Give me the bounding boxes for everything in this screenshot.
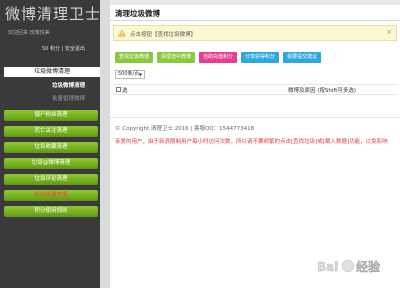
- divider: [113, 94, 397, 95]
- chevron-down-icon: ▼: [138, 72, 142, 77]
- svg-text:Bai: Bai: [317, 260, 338, 274]
- app-logo: 微博清理卫士: [5, 5, 102, 23]
- select-all-checkbox[interactable]: [116, 87, 121, 92]
- notice-text: 点击按钮【查找垃圾微博】: [130, 32, 197, 38]
- sidebar-item-junk-favorites[interactable]: 垃圾收藏清理: [4, 142, 98, 153]
- sidebar-subitem-junk-weibo-clean[interactable]: 垃圾微博清理: [52, 81, 85, 89]
- share-points-button[interactable]: 分享获得积分: [241, 52, 280, 63]
- sidebar-item-zombie-fans[interactable]: 僵尸粉丝清理: [4, 110, 98, 121]
- sidebar-menu: 僵尸粉丝清理 死亡关注清理 垃圾收藏清理 垃圾@微博清理 垃圾评论清理 积分免费…: [4, 110, 98, 222]
- baidu-watermark: Bai 经验: [315, 256, 400, 286]
- welcome-text: 欢迎回来 玫瑰悦美: [8, 30, 50, 36]
- svg-text:经验: 经验: [356, 259, 381, 274]
- rate-limit-tip: 亲爱的用户，由于新浪限制用户每小时访问次数，所以请不要频繁的点击[查找垃圾]或[…: [115, 139, 388, 145]
- clean-selected-button[interactable]: 清理选中微博: [157, 52, 196, 63]
- recharge-points-button[interactable]: 自助充值积分: [199, 52, 238, 63]
- page-size-select[interactable]: 500条/页 ▼: [115, 70, 145, 79]
- find-junk-button[interactable]: 查找垃圾微博: [115, 52, 154, 63]
- sidebar-item-free-recharge[interactable]: 积分免费充值: [4, 190, 98, 201]
- suggestion-button[interactable]: 我要提交建议: [283, 52, 322, 63]
- points-logout-link[interactable]: 50 积分 | 安全退出: [42, 45, 85, 52]
- divider: [110, 117, 400, 118]
- sidebar-subitem-batch-manage[interactable]: 批量管理微博: [52, 94, 85, 102]
- warning-icon: [118, 29, 126, 37]
- column-header-select: 选: [122, 88, 128, 94]
- sidebar-item-dead-follows[interactable]: 死亡关注清理: [4, 126, 98, 137]
- page-size-value: 500条/页: [118, 71, 140, 77]
- toolbar: 查找垃圾微博 清理选中微博 自助充值积分 分享获得积分 我要提交建议: [115, 52, 322, 63]
- top-bar: [110, 0, 400, 5]
- sidebar-item-junk-weibo[interactable]: 垃圾微博清理: [4, 67, 100, 77]
- sidebar-item-junk-comments[interactable]: 垃圾评论清理: [4, 174, 98, 185]
- close-icon[interactable]: ×: [386, 28, 392, 36]
- page-title: 清理垃圾微博: [115, 9, 160, 18]
- main-panel: 清理垃圾微博 点击按钮【查找垃圾微博】 × 查找垃圾微博 清理选中微博 自助充值…: [110, 0, 400, 288]
- notice-banner: 点击按钮【查找垃圾微博】 ×: [113, 25, 397, 41]
- sidebar-item-points-rules[interactable]: 积分使用规则: [4, 206, 98, 217]
- sidebar: 微博清理卫士 欢迎回来 玫瑰悦美 50 积分 | 安全退出 垃圾微博清理 垃圾微…: [0, 0, 100, 288]
- sidebar-item-junk-mentions[interactable]: 垃圾@微博清理: [4, 158, 98, 169]
- copyright-text: © Copyright 清理卫士 2016 | 客服QQ：1544773418: [115, 126, 255, 132]
- column-header-content: 微博及原因 (按Shift可多选): [288, 88, 357, 94]
- divider: [110, 20, 400, 21]
- divider: [113, 84, 397, 85]
- baidu-watermark-logo: Bai 经验: [317, 259, 381, 274]
